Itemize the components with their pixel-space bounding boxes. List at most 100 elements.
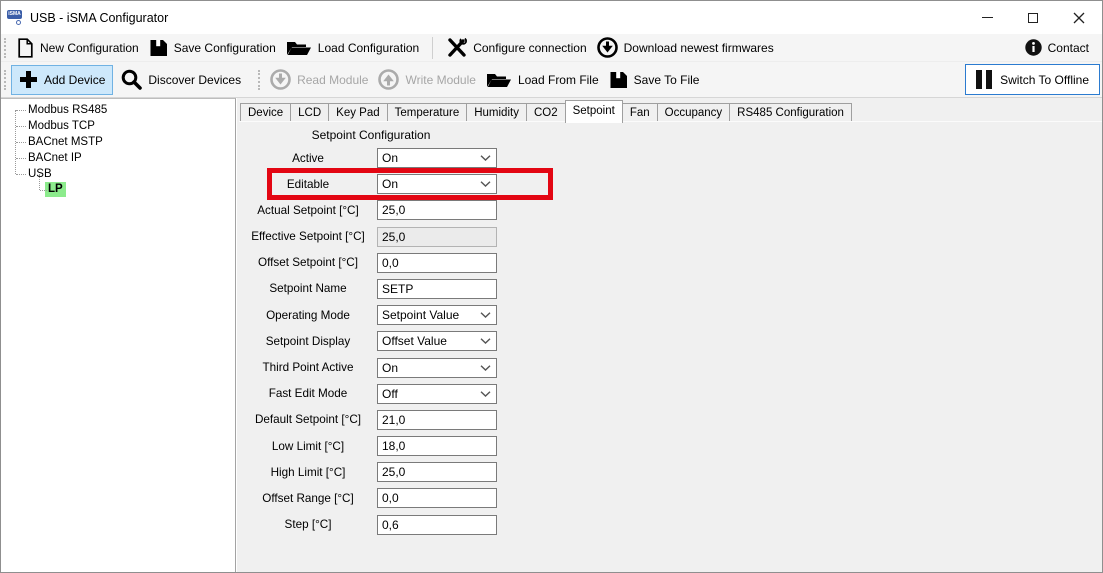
form-row: Effective Setpoint [°C]	[245, 227, 545, 247]
write-module-label: Write Module	[405, 73, 475, 87]
setpoint-form: Setpoint Configuration Active On Editabl…	[245, 128, 545, 541]
select-value: Offset Value	[382, 334, 447, 348]
third-point-active-select[interactable]: On	[377, 358, 497, 378]
tree-item-modbus-tcp[interactable]: Modbus TCP	[1, 118, 235, 134]
add-device-button[interactable]: Add Device	[11, 65, 113, 95]
tree-item-bacnet-ip[interactable]: BACnet IP	[1, 150, 235, 166]
tree-item-label: Modbus TCP	[28, 120, 95, 132]
tab-humidity[interactable]: Humidity	[466, 103, 526, 122]
title-bar: iSMA USB - iSMA Configurator	[1, 1, 1102, 34]
form-row: Third Point Active On	[245, 358, 545, 378]
form-row: High Limit [°C]	[245, 462, 545, 482]
field-label: Editable	[245, 178, 371, 191]
device-toolbar: Add Device Discover Devices Read Module …	[1, 62, 1102, 98]
toolbar-grip	[258, 70, 261, 90]
load-from-file-button[interactable]: Load From File	[481, 67, 604, 93]
select-value: Setpoint Value	[382, 308, 459, 322]
save-configuration-button[interactable]: Save Configuration	[144, 35, 281, 61]
tree-item-usb[interactable]: USB	[1, 166, 235, 182]
tree-item-modbus-rs485[interactable]: Modbus RS485	[1, 102, 235, 118]
low-limit-input[interactable]	[377, 436, 497, 456]
tab-page-edge	[239, 121, 1102, 122]
form-row: Actual Setpoint [°C]	[245, 200, 545, 220]
isma-logo-icon: iSMA	[7, 10, 22, 25]
tab-device[interactable]: Device	[240, 103, 290, 122]
tab-co2[interactable]: CO2	[526, 103, 565, 122]
field-label: Third Point Active	[245, 361, 371, 374]
active-select[interactable]: On	[377, 148, 497, 168]
chevron-down-icon	[480, 312, 491, 318]
field-label: Setpoint Display	[245, 335, 371, 348]
editable-select[interactable]: On	[377, 174, 497, 194]
write-module-button[interactable]: Write Module	[373, 67, 480, 93]
offset-range-input[interactable]	[377, 488, 497, 508]
operating-mode-select[interactable]: Setpoint Value	[377, 305, 497, 325]
step-input[interactable]	[377, 515, 497, 535]
field-label: Active	[245, 152, 371, 165]
fast-edit-mode-select[interactable]: Off	[377, 384, 497, 404]
high-limit-input[interactable]	[377, 462, 497, 482]
offset-setpoint-input[interactable]	[377, 253, 497, 273]
form-row: Step [°C]	[245, 515, 545, 535]
chevron-down-icon	[480, 181, 491, 187]
minimize-button[interactable]	[964, 1, 1010, 34]
add-device-label: Add Device	[44, 73, 105, 87]
configure-connection-label: Configure connection	[473, 41, 586, 55]
tree-item-lp-device[interactable]: LP	[1, 182, 235, 198]
form-row: Low Limit [°C]	[245, 436, 545, 456]
field-label: Offset Setpoint [°C]	[245, 256, 371, 269]
search-icon	[121, 69, 142, 90]
tree-item-label: BACnet MSTP	[28, 136, 103, 148]
tab-strip: Device LCD Key Pad Temperature Humidity …	[240, 101, 852, 122]
device-tree-panel: Modbus RS485 Modbus TCP BACnet MSTP BACn…	[1, 98, 236, 572]
tab-setpoint[interactable]: Setpoint	[565, 100, 623, 123]
discover-devices-button[interactable]: Discover Devices	[116, 67, 246, 93]
field-label: Default Setpoint [°C]	[245, 413, 371, 426]
field-label: Operating Mode	[245, 309, 371, 322]
tab-lcd[interactable]: LCD	[290, 103, 328, 122]
read-module-button[interactable]: Read Module	[265, 67, 373, 93]
tab-rs485-configuration[interactable]: RS485 Configuration	[729, 103, 852, 122]
maximize-icon	[1028, 13, 1038, 23]
toolbar-grip	[4, 38, 7, 58]
contact-button[interactable]: Contact	[1020, 35, 1094, 61]
field-label: Offset Range [°C]	[245, 492, 371, 505]
save-to-file-button[interactable]: Save To File	[604, 67, 705, 93]
setpoint-name-input[interactable]	[377, 279, 497, 299]
tab-occupancy[interactable]: Occupancy	[657, 103, 730, 122]
close-icon	[1073, 12, 1085, 24]
form-row: Setpoint Name	[245, 279, 545, 299]
open-folder-icon	[486, 71, 512, 89]
chevron-down-icon	[480, 338, 491, 344]
form-row: Default Setpoint [°C]	[245, 410, 545, 430]
save-floppy-icon	[609, 71, 628, 89]
download-firmwares-button[interactable]: Download newest firmwares	[592, 35, 779, 61]
save-to-file-label: Save To File	[634, 73, 700, 87]
load-configuration-button[interactable]: Load Configuration	[281, 35, 424, 61]
read-download-circle-icon	[270, 69, 291, 90]
switch-to-offline-button[interactable]: Switch To Offline	[965, 64, 1100, 95]
read-module-label: Read Module	[297, 73, 368, 87]
toolbar-separator	[432, 37, 433, 59]
main-toolbar: New Configuration Save Configuration Loa…	[1, 34, 1102, 62]
setpoint-display-select[interactable]: Offset Value	[377, 331, 497, 351]
configure-connection-button[interactable]: Configure connection	[441, 35, 591, 61]
maximize-button[interactable]	[1010, 1, 1056, 34]
selected-device-badge: LP	[45, 182, 66, 197]
default-setpoint-input[interactable]	[377, 410, 497, 430]
pause-icon	[976, 70, 992, 89]
tree-item-bacnet-mstp[interactable]: BACnet MSTP	[1, 134, 235, 150]
field-label: Effective Setpoint [°C]	[245, 230, 371, 243]
save-floppy-icon	[149, 39, 168, 57]
tab-temperature[interactable]: Temperature	[387, 103, 467, 122]
actual-setpoint-input[interactable]	[377, 200, 497, 220]
tab-fan[interactable]: Fan	[623, 103, 657, 122]
switch-to-offline-label: Switch To Offline	[1000, 73, 1089, 87]
save-configuration-label: Save Configuration	[174, 41, 276, 55]
new-configuration-button[interactable]: New Configuration	[11, 35, 144, 61]
download-firmwares-label: Download newest firmwares	[624, 41, 774, 55]
close-button[interactable]	[1056, 1, 1102, 34]
tab-key-pad[interactable]: Key Pad	[328, 103, 386, 122]
chevron-down-icon	[480, 365, 491, 371]
effective-setpoint-input	[377, 227, 497, 247]
